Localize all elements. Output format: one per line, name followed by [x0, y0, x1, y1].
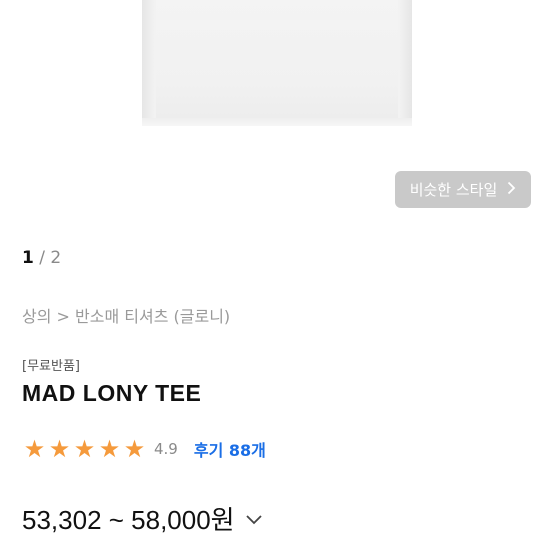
similar-style-button[interactable]: 비슷한 스타일	[395, 171, 531, 208]
similar-style-label: 비슷한 스타일	[409, 181, 498, 199]
star-icon: ★	[73, 435, 96, 463]
rating-row: ★ ★ ★ ★ ★ 4.9 후기 88개	[22, 436, 266, 462]
pager-current: 1	[22, 248, 34, 268]
product-image-gallery[interactable]: 비슷한 스타일	[0, 0, 553, 235]
product-title: MAD LONY TEE	[22, 380, 202, 406]
chevron-down-icon[interactable]	[245, 510, 263, 528]
pager-separator: /	[39, 248, 45, 268]
pager-total: 2	[50, 248, 62, 268]
star-rating: ★ ★ ★ ★ ★	[22, 437, 147, 461]
product-image-tshirt	[142, 0, 412, 126]
star-icon: ★	[123, 435, 146, 463]
review-count-link[interactable]: 후기 88개	[194, 437, 266, 461]
rating-value: 4.9	[154, 440, 178, 458]
product-image-fold-left	[142, 0, 156, 125]
image-pager: 1 / 2	[22, 248, 61, 268]
category-breadcrumb[interactable]: 상의 > 반소매 티셔츠 (글로니)	[22, 303, 230, 327]
product-image-fold-right	[398, 0, 412, 125]
product-image-hem	[142, 118, 412, 126]
price-range: 53,302 ~ 58,000원	[22, 505, 235, 535]
star-icon: ★	[23, 435, 46, 463]
star-icon: ★	[48, 435, 71, 463]
star-icon: ★	[98, 435, 121, 463]
price-row: 53,302 ~ 58,000원	[22, 500, 263, 537]
free-return-badge: [무료반품]	[22, 359, 80, 374]
chevron-right-icon	[507, 181, 516, 199]
